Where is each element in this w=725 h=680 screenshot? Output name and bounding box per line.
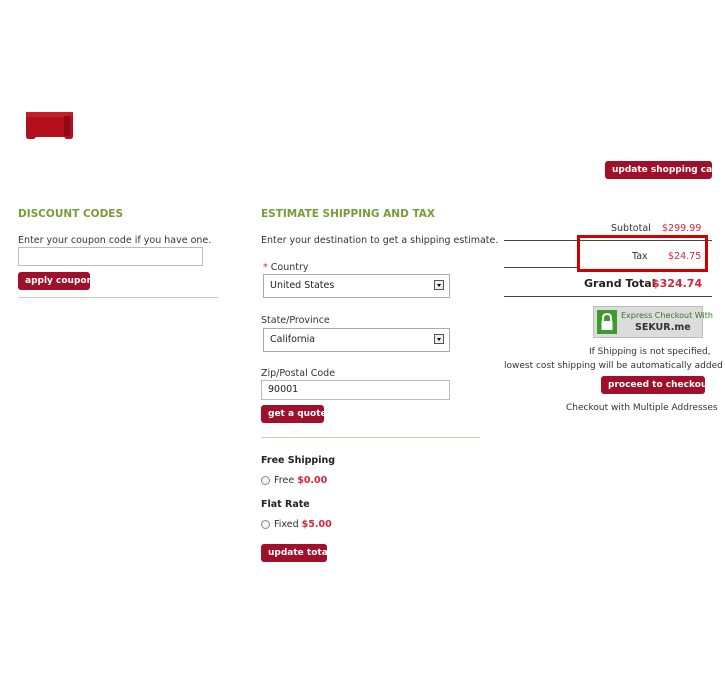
coupon-prompt: Enter your coupon code if you have one. <box>18 235 212 246</box>
totals-divider-3 <box>504 296 712 297</box>
shipping-note-line-2: lowest cost shipping will be automatical… <box>504 361 723 371</box>
free-shipping-option: Free $0.00 <box>274 475 327 486</box>
discount-codes-title: DISCOUNT CODES <box>18 208 124 220</box>
flat-rate-radio[interactable] <box>261 520 270 529</box>
multiple-addresses-link[interactable]: Checkout with Multiple Addresses <box>566 403 718 413</box>
state-label: State/Province <box>261 315 330 326</box>
update-shopping-cart-button[interactable]: update shopping cart <box>605 161 721 179</box>
shipping-divider <box>261 437 480 438</box>
coupon-code-input[interactable] <box>18 247 203 266</box>
chevron-down-icon[interactable] <box>434 280 444 290</box>
free-shipping-radio[interactable] <box>261 476 270 485</box>
zip-input[interactable]: 90001 <box>261 380 450 400</box>
grand-total-label: Grand Total <box>584 277 656 290</box>
subtotal-value: $299.99 <box>662 223 702 234</box>
country-selected-value: United States <box>270 280 335 291</box>
discount-divider <box>18 297 219 298</box>
estimate-shipping-title: ESTIMATE SHIPPING AND TAX <box>261 208 436 220</box>
subtotal-label: Subtotal <box>611 223 651 234</box>
flat-option-label: Fixed <box>274 519 299 530</box>
required-mark: * <box>263 262 268 273</box>
free-option-price: $0.00 <box>297 475 328 486</box>
proceed-to-checkout-button[interactable]: proceed to checkout <box>601 376 712 394</box>
free-option-label: Free <box>274 475 295 486</box>
state-selected-value: California <box>270 334 316 345</box>
grand-total-value: $324.74 <box>652 277 703 290</box>
state-select[interactable]: California <box>263 328 450 352</box>
update-total-button[interactable]: update total <box>261 544 331 562</box>
sekur-express-checkout-button[interactable]: Express Checkout With SEKUR.me <box>593 306 713 338</box>
shipping-note-line-1: If Shipping is not specified, <box>589 347 711 357</box>
flat-option-price: $5.00 <box>301 519 332 530</box>
country-label-text: Country <box>270 262 309 273</box>
lock-icon <box>597 310 617 334</box>
chevron-down-icon[interactable] <box>434 334 444 344</box>
shipping-intro: Enter your destination to get a shipping… <box>261 235 499 246</box>
flat-rate-option: Fixed $5.00 <box>274 519 332 530</box>
apply-coupon-button[interactable]: apply coupon <box>18 272 93 290</box>
sekur-line-1: Express Checkout With <box>621 311 713 320</box>
flat-rate-title: Flat Rate <box>261 499 310 510</box>
product-thumbnail <box>26 112 73 140</box>
get-a-quote-button[interactable]: get a quote <box>261 405 327 423</box>
tax-highlight-box <box>577 235 708 272</box>
zip-label: Zip/Postal Code <box>261 368 336 379</box>
free-shipping-title: Free Shipping <box>261 455 336 466</box>
country-label: * Country <box>263 262 309 273</box>
sekur-line-2: SEKUR.me <box>635 322 691 333</box>
totals-divider-2 <box>504 267 577 268</box>
country-select[interactable]: United States <box>263 274 450 298</box>
